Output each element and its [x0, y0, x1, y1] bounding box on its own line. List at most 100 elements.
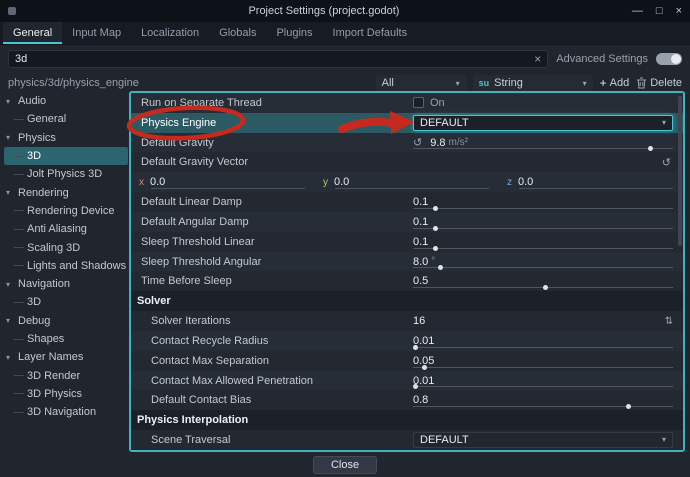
close-button[interactable]: Close [313, 456, 377, 474]
number-field[interactable]: 8.0 ° [407, 252, 683, 272]
slider-track [335, 188, 489, 189]
revert-icon[interactable]: ↺ [413, 136, 422, 149]
revert-icon[interactable]: ↺ [662, 156, 671, 169]
setting-row-default-contact-bias: Default Contact Bias 0.8 [131, 390, 683, 410]
minimize-button[interactable]: — [632, 5, 643, 17]
sidebar-item-navigation[interactable]: ▾Navigation [4, 275, 128, 293]
clear-search-icon[interactable]: × [534, 52, 541, 66]
sidebar-item-physics[interactable]: ▾Physics [4, 129, 128, 147]
sidebar-item-3d-render[interactable]: 3D Render [4, 366, 128, 384]
number-field[interactable]: 0.5 [407, 271, 683, 291]
number-field[interactable]: 0.1 [407, 192, 683, 212]
number-field[interactable]: 16 ⇅ [407, 311, 683, 331]
slider-grabber[interactable] [413, 384, 418, 389]
slider-track [413, 347, 673, 348]
slider-track [151, 188, 305, 189]
tree-guide [14, 302, 24, 303]
spinner-updown-icon[interactable]: ⇅ [665, 316, 673, 327]
setting-row-contact-recycle-radius: Contact Recycle Radius 0.01 [131, 331, 683, 351]
sidebar-item-shapes[interactable]: Shapes [4, 330, 128, 348]
number-field[interactable]: 0.8 [407, 390, 683, 410]
sidebar-item-debug[interactable]: ▾Debug [4, 312, 128, 330]
setting-label: Physics Engine [131, 113, 407, 133]
setting-label: Time Before Sleep [131, 271, 407, 291]
type-dropdown[interactable]: su String ▾ [473, 75, 593, 92]
tree-guide [14, 393, 24, 394]
chevron-down-icon: ▾ [6, 188, 15, 197]
vector-z-field[interactable]: z 0.0 [499, 172, 683, 192]
maximize-button[interactable]: □ [656, 5, 663, 17]
title-bar: Project Settings (project.godot) — □ × [0, 0, 690, 22]
slider-track [413, 386, 673, 387]
tab-general[interactable]: General [3, 22, 62, 44]
sidebar-item-rendering[interactable]: ▾Rendering [4, 183, 128, 201]
checkbox-label: On [430, 97, 445, 109]
sidebar-item-3d-physics[interactable]: 3D Physics [4, 385, 128, 403]
chevron-down-icon: ▾ [662, 435, 666, 444]
setting-label: Scene Traversal [131, 430, 407, 450]
sidebar-item-rendering-device[interactable]: Rendering Device [4, 202, 128, 220]
delete-button[interactable]: Delete [636, 77, 682, 89]
add-button[interactable]: + Add [600, 76, 630, 90]
setting-label: Sleep Threshold Angular [131, 252, 407, 272]
app-icon [8, 7, 16, 15]
search-input[interactable]: 3d × [8, 50, 548, 68]
number-field[interactable]: 0.05 [407, 351, 683, 371]
sidebar-item-3d-navigation[interactable]: 3D Navigation [4, 403, 128, 421]
advanced-settings-toggle[interactable] [656, 53, 682, 65]
type-value: String [494, 77, 523, 89]
slider-grabber[interactable] [626, 404, 631, 409]
vector-y-field[interactable]: y 0.0 [315, 172, 499, 192]
default-gravity-field[interactable]: ↺ 9.8 m/s² [407, 133, 683, 153]
setting-label: Contact Max Allowed Penetration [131, 371, 407, 391]
tab-localization[interactable]: Localization [131, 22, 209, 44]
tab-import-defaults[interactable]: Import Defaults [323, 22, 418, 44]
advanced-settings-label: Advanced Settings [556, 53, 648, 65]
setting-label: Contact Recycle Radius [131, 331, 407, 351]
sidebar-item-lights-and-shadows[interactable]: Lights and Shadows [4, 257, 128, 275]
number-field[interactable]: 0.01 [407, 331, 683, 351]
setting-label: Sleep Threshold Linear [131, 232, 407, 252]
scene-traversal-dropdown[interactable]: DEFAULT ▾ [413, 432, 673, 448]
sidebar-item-layer-names[interactable]: ▾Layer Names [4, 348, 128, 366]
slider-grabber[interactable] [648, 146, 653, 151]
string-type-icon: su [479, 78, 490, 88]
slider-grabber[interactable] [433, 206, 438, 211]
gravity-vector-fields: x 0.0 y 0.0 z 0.0 [131, 172, 683, 192]
footer: Close [0, 453, 690, 477]
scrollbar[interactable] [678, 96, 682, 246]
slider-grabber[interactable] [438, 265, 443, 270]
search-row: 3d × Advanced Settings [0, 48, 690, 70]
number-field[interactable]: 0.1 [407, 212, 683, 232]
slider-track [413, 248, 673, 249]
slider-grabber[interactable] [433, 246, 438, 251]
sidebar-item-general[interactable]: General [4, 110, 128, 128]
tab-plugins[interactable]: Plugins [266, 22, 322, 44]
checkbox[interactable] [413, 97, 424, 108]
tab-globals[interactable]: Globals [209, 22, 266, 44]
slider-track [413, 228, 673, 229]
slider-grabber[interactable] [543, 285, 548, 290]
tab-input-map[interactable]: Input Map [62, 22, 131, 44]
chevron-down-icon: ▾ [6, 133, 15, 142]
vector-x-field[interactable]: x 0.0 [131, 172, 315, 192]
chevron-down-icon: ▾ [583, 79, 587, 88]
number-field[interactable]: 0.01 [407, 371, 683, 391]
sidebar-item-3d[interactable]: 3D [4, 147, 128, 165]
setting-label: Default Angular Damp [131, 212, 407, 232]
slider-grabber[interactable] [422, 365, 427, 370]
setting-row-default-angular-damp: Default Angular Damp 0.1 [131, 212, 683, 232]
physics-engine-dropdown[interactable]: DEFAULT ▾ [413, 115, 673, 131]
sidebar-item-anti-aliasing[interactable]: Anti Aliasing [4, 220, 128, 238]
setting-label: Solver Iterations [131, 311, 407, 331]
close-window-button[interactable]: × [676, 5, 682, 17]
plus-icon: + [600, 76, 607, 90]
sidebar-item-audio[interactable]: ▾Audio [4, 92, 128, 110]
sidebar-item-jolt-physics-3d[interactable]: Jolt Physics 3D [4, 165, 128, 183]
sidebar-item-navigation-3d[interactable]: 3D [4, 293, 128, 311]
sidebar-item-scaling-3d[interactable]: Scaling 3D [4, 238, 128, 256]
feature-filter-dropdown[interactable]: All ▾ [376, 75, 466, 92]
number-field[interactable]: 0.1 [407, 232, 683, 252]
slider-grabber[interactable] [433, 226, 438, 231]
slider-grabber[interactable] [413, 345, 418, 350]
